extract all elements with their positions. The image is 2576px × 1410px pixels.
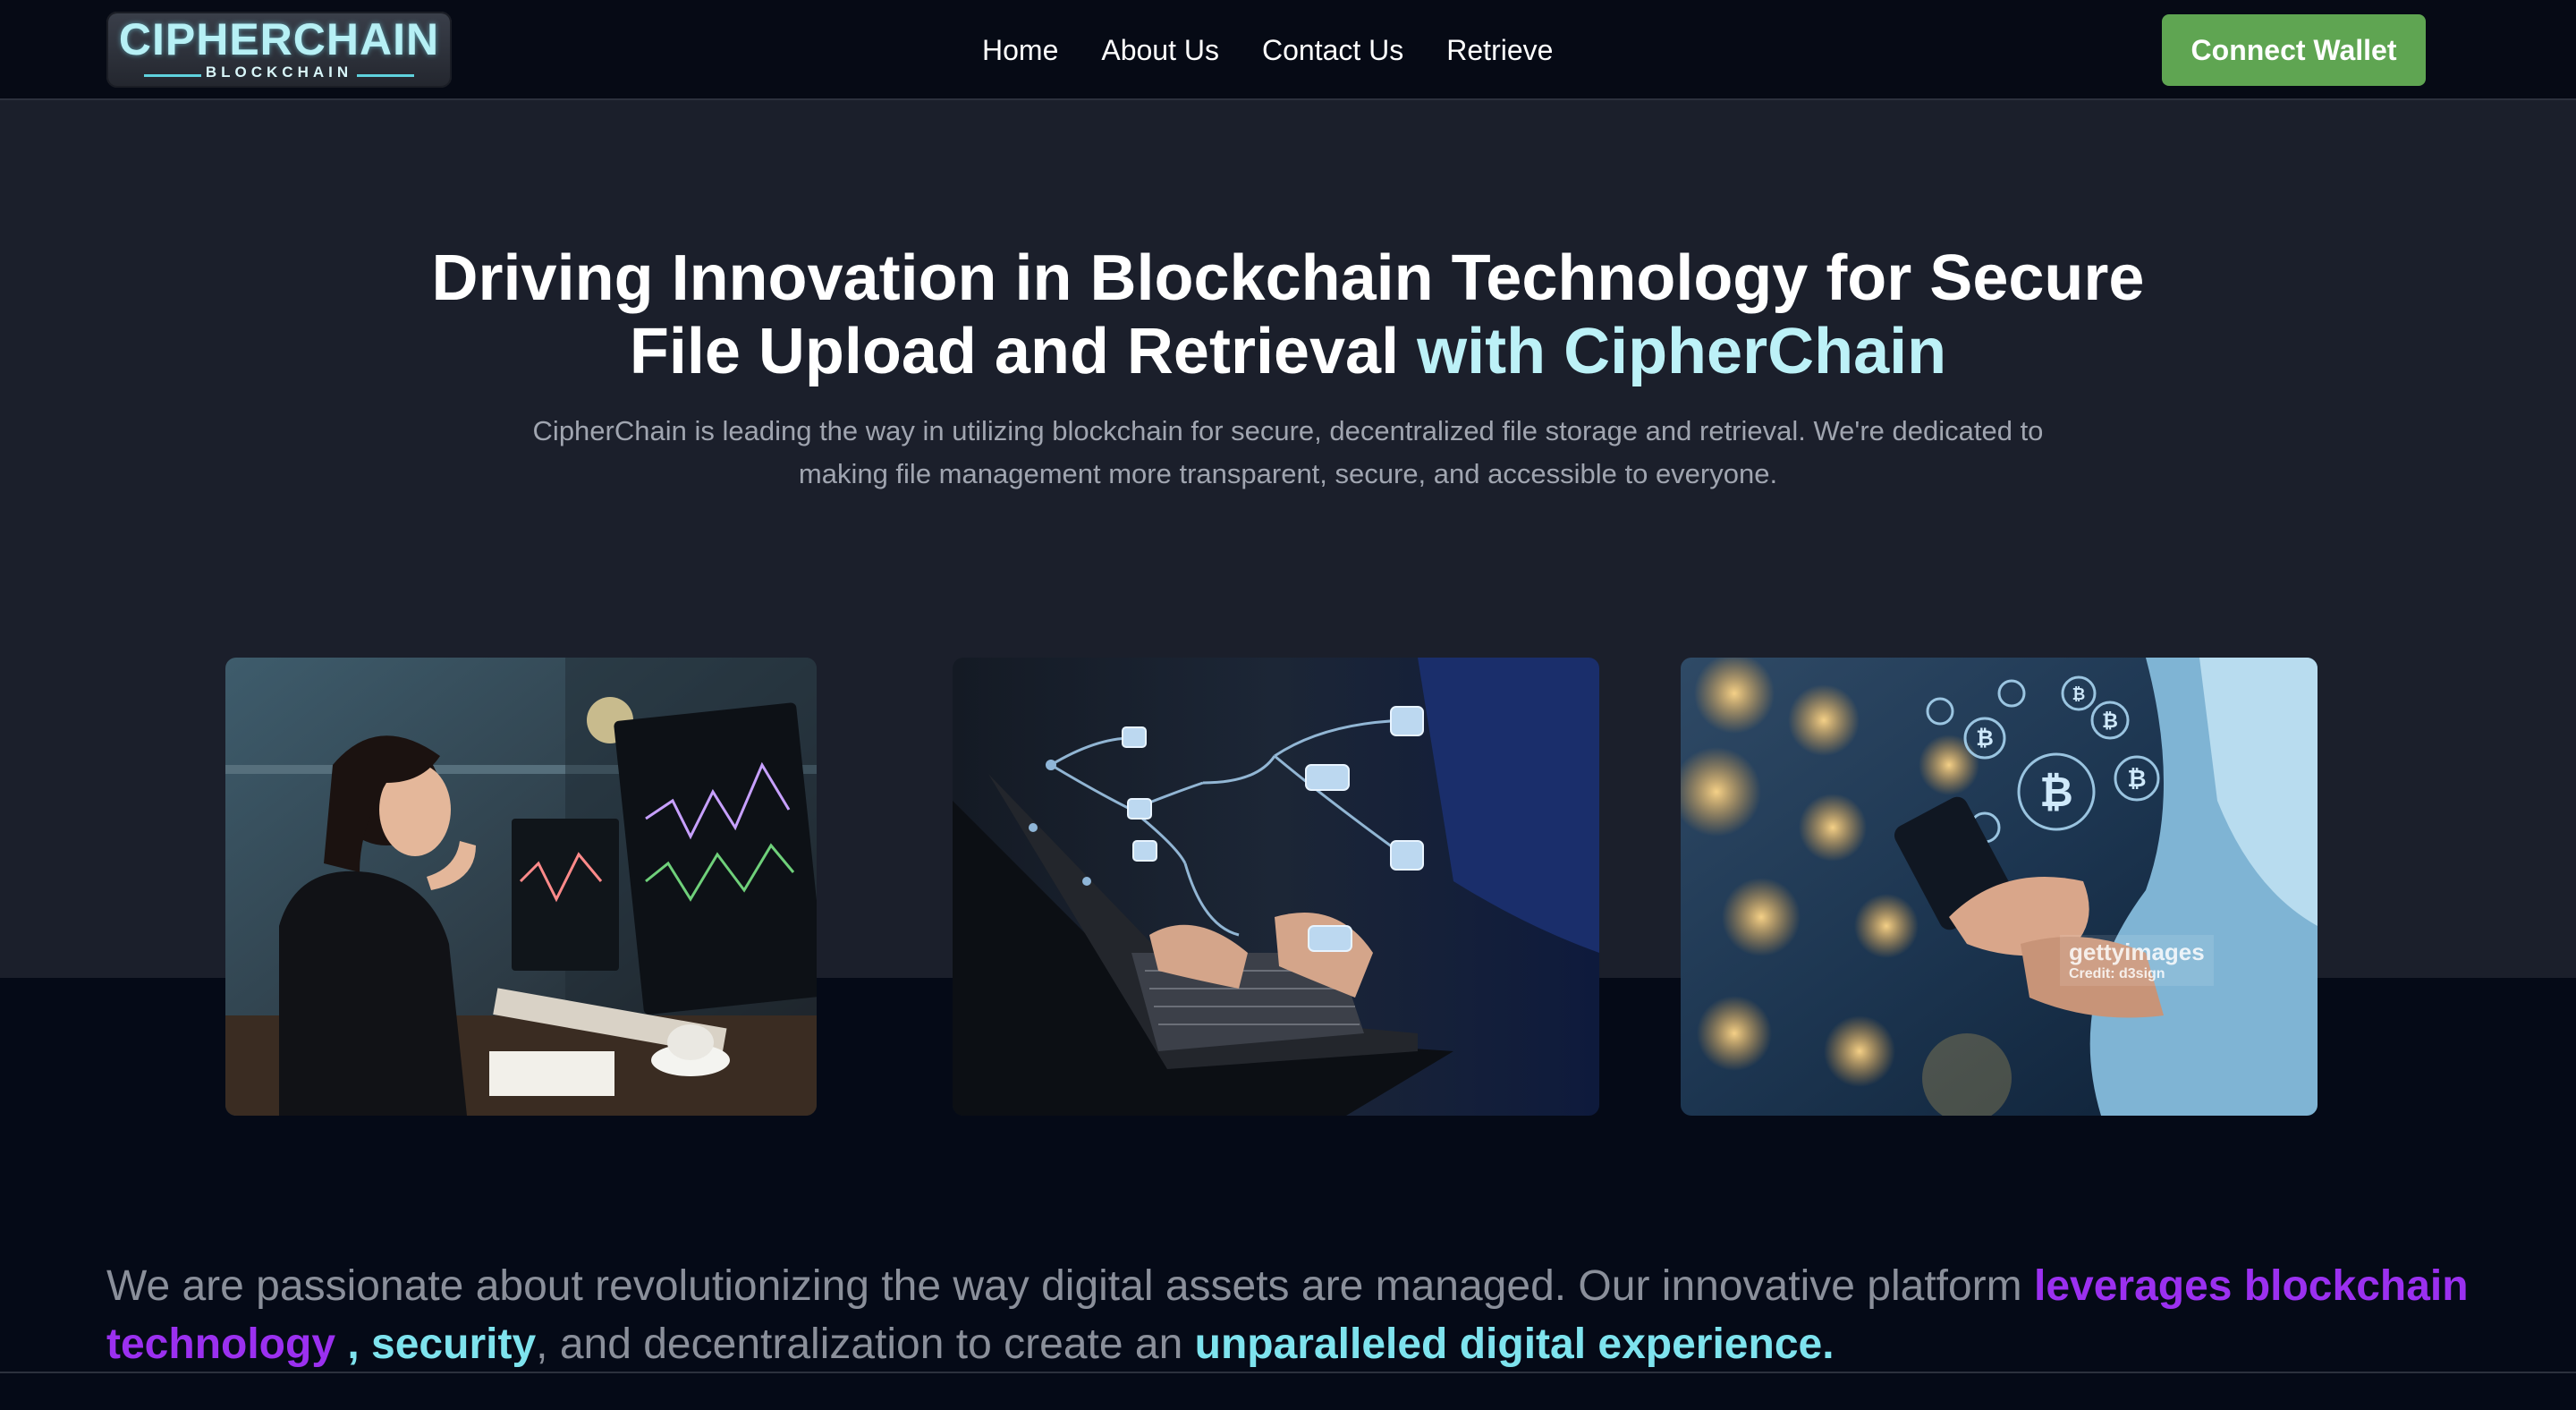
svg-text:₿: ₿ <box>2102 710 2118 733</box>
hero-title-accent: with CipherChain <box>1417 316 1947 387</box>
nav-home-link[interactable]: Home <box>982 34 1058 67</box>
hero-title: Driving Innovation in Blockchain Technol… <box>394 242 2182 388</box>
watermark-brand: gettyimages <box>2069 939 2205 965</box>
connect-wallet-button[interactable]: Connect Wallet <box>2162 14 2426 86</box>
mission-highlight-experience: unparalleled digital experience. <box>1194 1321 1835 1368</box>
navbar: CIPHERCHAIN BLOCKCHAIN Home About Us Con… <box>0 0 2576 100</box>
main-nav: Home About Us Contact Us Retrieve <box>982 30 1553 70</box>
bitcoin-illustration: ₿ ₿ ₿ ₿ ₿ <box>1681 658 2318 1116</box>
mission-statement: We are passionate about revolutionizing … <box>106 1257 2486 1373</box>
nav-contact-link[interactable]: Contact Us <box>1262 34 1403 67</box>
watermark-credit: Credit: d3sign <box>2069 966 2165 981</box>
photo-laptop-blockchain <box>953 658 1599 1116</box>
svg-text:₿: ₿ <box>2072 685 2086 704</box>
photo-trader-woman <box>225 658 817 1116</box>
mission-text-1: We are passionate about revolutionizing … <box>106 1262 2034 1310</box>
mission-text-2: , and decentralization to create an <box>536 1321 1195 1368</box>
svg-text:₿: ₿ <box>2127 766 2146 793</box>
section-divider <box>0 1372 2576 1373</box>
mission-highlight-security: security <box>371 1321 537 1368</box>
brand-logo[interactable]: CIPHERCHAIN BLOCKCHAIN <box>106 12 452 88</box>
logo-divider-right <box>357 74 414 77</box>
nav-retrieve-link[interactable]: Retrieve <box>1446 34 1553 67</box>
mission-separator: , <box>335 1321 372 1368</box>
logo-subtitle: BLOCKCHAIN <box>205 64 353 81</box>
logo-wordmark: CIPHERCHAIN <box>118 14 440 64</box>
svg-text:₿: ₿ <box>1976 726 1994 751</box>
photo-bitcoin-phone: ₿ ₿ ₿ ₿ ₿ gettyimages Credit: d3sign <box>1681 658 2318 1116</box>
svg-text:₿: ₿ <box>2039 768 2073 816</box>
nav-about-link[interactable]: About Us <box>1101 34 1219 67</box>
laptop-illustration <box>953 658 1599 1116</box>
image-watermark: gettyimages Credit: d3sign <box>2060 935 2214 986</box>
trader-illustration <box>225 658 817 1116</box>
hero-subtitle: CipherChain is leading the way in utiliz… <box>532 415 2044 489</box>
